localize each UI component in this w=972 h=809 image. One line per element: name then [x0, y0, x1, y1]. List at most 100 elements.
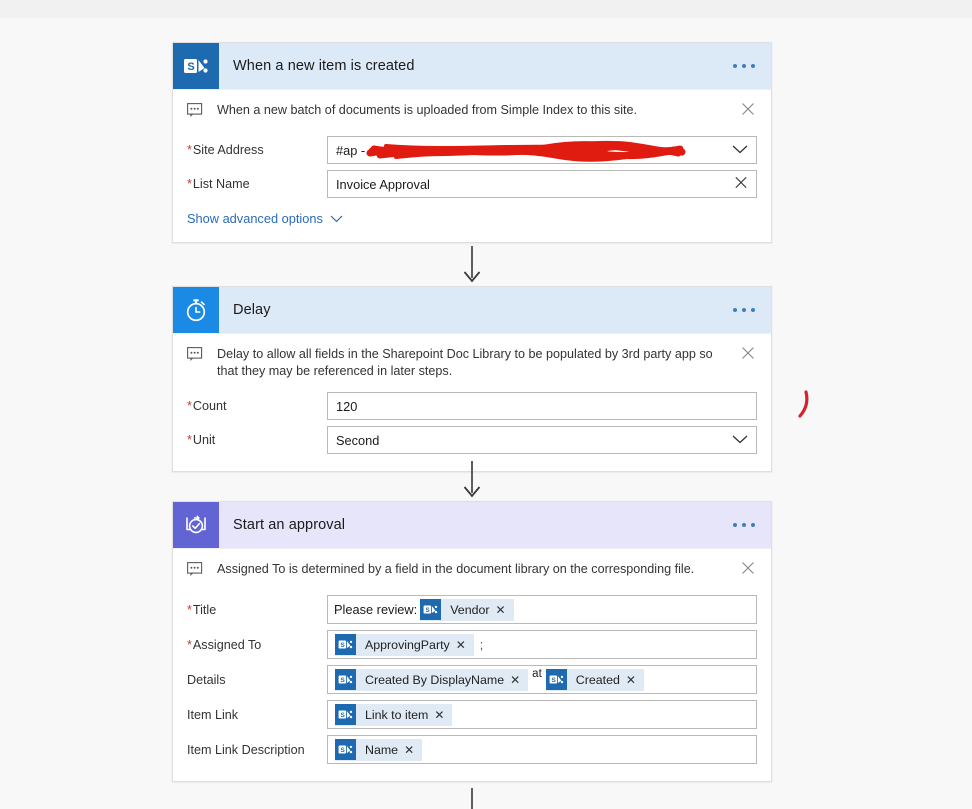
field-details[interactable]: Details S Created By DisplayName ✕ at S … [173, 662, 771, 697]
close-icon[interactable] [741, 346, 755, 360]
svg-text:S: S [426, 607, 430, 614]
count-value: 120 [336, 398, 358, 414]
ellipsis-menu-icon[interactable] [733, 523, 755, 527]
flow-connector-arrow [462, 270, 482, 283]
site-address-value: #ap - [336, 142, 366, 158]
token-label: Name [365, 742, 399, 757]
chevron-down-icon[interactable] [732, 433, 748, 448]
chevron-down-icon [330, 215, 343, 222]
site-address-dropdown[interactable]: #ap - [327, 136, 757, 164]
title-token-field[interactable]: Please review: S Vendor ✕ [327, 595, 757, 624]
flow-card-trigger[interactable]: S When a new item is created When a new … [172, 42, 772, 243]
sharepoint-icon: S [335, 704, 356, 725]
card-body: Assigned To is determined by a field in … [173, 548, 771, 781]
required-asterisk: * [187, 637, 192, 652]
field-label: *Count [187, 399, 227, 413]
list-name-input[interactable]: Invoice Approval [327, 170, 757, 198]
required-asterisk: * [187, 143, 192, 157]
unit-value: Second [336, 432, 380, 448]
card-note-text: Assigned To is determined by a field in … [217, 562, 695, 576]
close-icon[interactable] [734, 176, 748, 193]
show-advanced-options-link[interactable]: Show advanced options [187, 211, 343, 226]
item-link-token-field[interactable]: S Link to item ✕ [327, 700, 757, 729]
flow-connector-arrow [462, 485, 482, 498]
token-label: Created By DisplayName [365, 672, 505, 687]
required-asterisk: * [187, 399, 192, 413]
token-chip[interactable]: S Vendor ✕ [420, 598, 514, 621]
card-title: When a new item is created [233, 58, 415, 74]
field-label: *Unit [187, 433, 216, 447]
token-chip[interactable]: S Created By DisplayName ✕ [335, 668, 529, 691]
close-icon[interactable]: ✕ [510, 673, 528, 687]
flow-connector-line [471, 788, 473, 809]
approval-icon [173, 502, 219, 548]
field-item-link-description[interactable]: Item Link Description S Name ✕ [173, 732, 771, 767]
card-header[interactable]: S When a new item is created [173, 43, 771, 89]
svg-text:S: S [341, 712, 345, 719]
token-label: ApprovingParty [365, 637, 450, 652]
sharepoint-icon: S [545, 669, 567, 690]
comment-icon [187, 562, 209, 582]
sharepoint-icon: S [335, 669, 356, 690]
close-icon[interactable]: ✕ [456, 638, 474, 652]
stopwatch-icon [173, 287, 219, 333]
assigned-to-suffix-text: ; [479, 637, 484, 652]
card-body: Delay to allow all fields in the Sharepo… [173, 333, 771, 471]
ellipsis-menu-icon[interactable] [733, 64, 755, 68]
token-chip[interactable]: S ApprovingParty ✕ [335, 633, 474, 656]
token-chip[interactable]: S Created ✕ [545, 668, 644, 691]
details-token-field[interactable]: S Created By DisplayName ✕ at S Created … [327, 665, 757, 694]
card-note-text: When a new batch of documents is uploade… [217, 103, 638, 117]
redaction-scribble [366, 140, 686, 162]
field-count[interactable]: *Count 120 [173, 389, 771, 423]
card-note-text: Delay to allow all fields in the Sharepo… [217, 347, 713, 378]
field-label: Item Link [187, 707, 239, 722]
assigned-to-token-field[interactable]: S ApprovingParty ✕ ; [327, 630, 757, 659]
svg-text:S: S [341, 677, 345, 684]
list-name-value: Invoice Approval [336, 176, 430, 192]
close-icon[interactable] [741, 102, 755, 116]
ellipsis-menu-icon[interactable] [733, 308, 755, 312]
flow-card-approval[interactable]: Start an approval Assigned To is determi… [172, 501, 772, 782]
card-note: Delay to allow all fields in the Sharepo… [173, 333, 771, 389]
svg-text:S: S [341, 642, 345, 649]
sharepoint-icon: S [173, 43, 219, 89]
field-list-name[interactable]: *List Name Invoice Approval [173, 167, 771, 201]
card-header[interactable]: Start an approval [173, 502, 771, 548]
required-asterisk: * [187, 602, 192, 617]
flow-card-delay[interactable]: Delay Delay to allow all fields in the S… [172, 286, 772, 472]
card-note: When a new batch of documents is uploade… [173, 89, 771, 133]
field-label: *Site Address [187, 143, 264, 157]
close-icon[interactable]: ✕ [626, 673, 644, 687]
close-icon[interactable] [741, 561, 755, 575]
field-item-link[interactable]: Item Link S Link to item ✕ [173, 697, 771, 732]
item-link-description-token-field[interactable]: S Name ✕ [327, 735, 757, 764]
card-body: When a new batch of documents is uploade… [173, 89, 771, 242]
close-icon[interactable]: ✕ [404, 743, 422, 757]
token-chip[interactable]: S Name ✕ [335, 738, 423, 761]
field-site-address[interactable]: *Site Address #ap - [173, 133, 771, 167]
token-chip[interactable]: S Link to item ✕ [335, 703, 453, 726]
top-chrome-strip [0, 0, 972, 18]
field-label: *List Name [187, 177, 250, 191]
sharepoint-icon: S [420, 599, 442, 620]
svg-text:S: S [341, 747, 345, 754]
field-unit[interactable]: *Unit Second [173, 423, 771, 457]
chevron-down-icon[interactable] [732, 143, 748, 158]
unit-dropdown[interactable]: Second [327, 426, 757, 454]
required-asterisk: * [187, 177, 192, 191]
comment-icon [187, 347, 209, 367]
show-advanced-options-label: Show advanced options [187, 211, 323, 226]
close-icon[interactable]: ✕ [434, 708, 452, 722]
field-label: Details [187, 672, 226, 687]
close-icon[interactable]: ✕ [496, 603, 514, 617]
red-pen-mark [792, 390, 818, 420]
card-header[interactable]: Delay [173, 287, 771, 333]
sharepoint-icon: S [335, 739, 356, 760]
field-label: *Assigned To [187, 637, 262, 652]
token-label: Vendor [450, 602, 490, 617]
field-assigned-to[interactable]: *Assigned To S ApprovingParty ✕ ; [173, 627, 771, 662]
count-input[interactable]: 120 [327, 392, 757, 420]
title-prefix-text: Please review: [334, 602, 418, 617]
field-title[interactable]: *Title Please review: S Vendor ✕ [173, 592, 771, 627]
